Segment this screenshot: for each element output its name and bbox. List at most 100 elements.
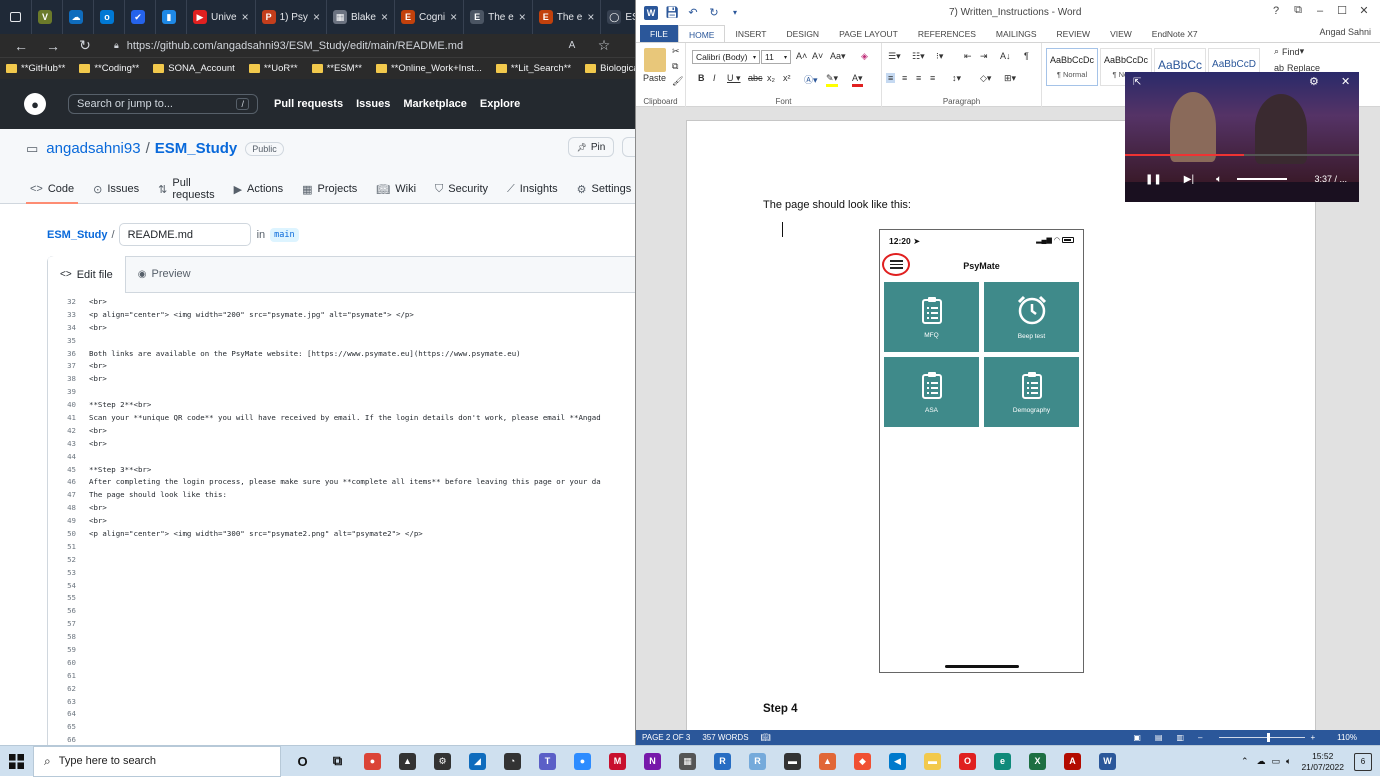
pip-video-player[interactable]: ⇱ ⚙ ✕ ❚❚ ▶| 🔈︎ 3:37 / ...	[1125, 72, 1359, 202]
web-layout-icon[interactable]: ▥	[1176, 733, 1184, 742]
ribbon-tab-design[interactable]: DESIGN	[776, 25, 829, 42]
next-icon[interactable]: ▶|	[1184, 174, 1194, 185]
browser-tab[interactable]: P 1) Psy ×	[256, 0, 327, 34]
ribbon-tab-references[interactable]: REFERENCES	[908, 25, 986, 42]
browser-tab[interactable]: ▮	[156, 0, 187, 34]
tab-settings[interactable]: ⚙ Settings	[577, 179, 632, 199]
gear-icon[interactable]: ⚙	[1309, 75, 1319, 88]
breadcrumb-repo-link[interactable]: ESM_Study	[47, 229, 108, 241]
rstudio-icon[interactable]: R	[740, 746, 775, 777]
print-layout-icon[interactable]: ▤	[1155, 733, 1163, 742]
sort-icon[interactable]: A↓	[1000, 51, 1011, 61]
github-logo-icon[interactable]: ●	[24, 93, 46, 115]
tab-projects[interactable]: ▦ Projects	[302, 179, 357, 199]
tab-insights[interactable]: ⟋ Insights	[507, 179, 558, 199]
code-line[interactable]: 52	[48, 553, 647, 566]
inkscape-icon[interactable]: ▲	[390, 746, 425, 777]
close-tab-icon[interactable]: ×	[450, 10, 457, 24]
word-icon[interactable]: W	[1090, 746, 1125, 777]
clock[interactable]: 15:52 21/07/2022	[1301, 751, 1344, 773]
ribbon-tab-file[interactable]: FILE	[640, 25, 678, 42]
bullets-icon[interactable]: ☰▾	[888, 51, 901, 62]
strikethrough-icon[interactable]: abc	[748, 73, 763, 83]
browser-tab[interactable]: E The e ×	[533, 0, 602, 34]
customize-qat-icon[interactable]: ▾	[726, 4, 744, 22]
save-icon[interactable]: 💾︎	[663, 4, 681, 22]
browser-tab[interactable]: ▶ Unive ×	[187, 0, 256, 34]
bookmark-item[interactable]: **Lit_Search**	[495, 63, 571, 74]
close-tab-icon[interactable]: ×	[587, 10, 594, 24]
task-view-icon[interactable]: ⧉	[320, 746, 355, 777]
bookmark-item[interactable]: Biological Psychia	[585, 63, 635, 74]
code-line[interactable]: 60	[48, 656, 647, 669]
favorites-star-icon[interactable]: ☆	[593, 36, 615, 56]
bookmark-item[interactable]: **Online_Work+Inst...	[375, 63, 482, 74]
code-line[interactable]: 43 <br>	[48, 437, 647, 450]
repo-owner-link[interactable]: angadsahni93	[46, 140, 140, 157]
code-line[interactable]: 39	[48, 385, 647, 398]
align-left-icon[interactable]: ≡	[886, 73, 896, 83]
bold-icon[interactable]: B	[698, 73, 705, 83]
code-editor-area[interactable]: 32 <br> 33 <p align="center"> <img width="2…	[48, 295, 647, 746]
repo-name-link[interactable]: ESM_Study	[155, 140, 238, 157]
windows-start-icon[interactable]	[0, 746, 33, 777]
ribbon-display-icon[interactable]: ⧉	[1287, 4, 1309, 17]
word-count[interactable]: 357 WORDS	[702, 733, 748, 742]
style-item[interactable]: AaBbCcDc ¶ Normal	[1046, 48, 1098, 86]
opera-icon[interactable]: O	[950, 746, 985, 777]
edge-icon[interactable]: e	[985, 746, 1020, 777]
forward-arrow-icon[interactable]: →	[42, 36, 64, 56]
document-page[interactable]: The page should look like this: 12:20 ➤ …	[686, 120, 1316, 730]
chevron-up-icon[interactable]: ⌃	[1241, 756, 1249, 767]
reload-icon[interactable]: ↻	[74, 36, 96, 56]
close-icon[interactable]: ✕	[1341, 75, 1350, 88]
read-aloud-icon[interactable]: A	[561, 36, 583, 56]
close-tab-icon[interactable]: ×	[519, 10, 526, 24]
tab-edit-file[interactable]: <> Edit file	[48, 256, 126, 293]
taskbar-search-input[interactable]: ⌕ Type here to search	[33, 745, 281, 777]
bookmark-item[interactable]: **GitHub**	[6, 63, 65, 74]
zoom-in-icon[interactable]: +	[1310, 733, 1315, 742]
tab-issues[interactable]: ⊙ Issues	[93, 179, 139, 199]
highlight-icon[interactable]: ✎▾	[826, 73, 839, 87]
clock-app-icon[interactable]: ◔	[495, 746, 530, 777]
italic-icon[interactable]: I	[713, 73, 716, 83]
tab-code[interactable]: <> Code	[25, 179, 79, 204]
show-marks-icon[interactable]: ¶	[1024, 51, 1029, 61]
pause-icon[interactable]: ❚❚	[1145, 174, 1162, 185]
multilevel-list-icon[interactable]: ⁝▾	[936, 51, 943, 62]
tab-security[interactable]: ⛉ Security	[435, 179, 488, 199]
help-icon[interactable]: ?	[1265, 5, 1287, 17]
code-line[interactable]: 33 <p align="center"> <img width="200" sr…	[48, 308, 647, 321]
code-line[interactable]: 37 <br>	[48, 359, 647, 372]
app-icon[interactable]: ◢	[460, 746, 495, 777]
calculator-icon[interactable]: ▦	[670, 746, 705, 777]
video-progress-bar[interactable]	[1125, 154, 1359, 156]
close-tab-icon[interactable]: ×	[313, 10, 320, 24]
numbering-icon[interactable]: ☷▾	[912, 51, 925, 62]
code-line[interactable]: 63	[48, 695, 647, 708]
nav-explore[interactable]: Explore	[480, 98, 520, 110]
ribbon-tab-home[interactable]: HOME	[677, 25, 726, 43]
code-line[interactable]: 56	[48, 604, 647, 617]
code-line[interactable]: 46 After completing the login process, pl…	[48, 475, 647, 488]
increase-indent-icon[interactable]: ⇥	[980, 51, 988, 62]
close-icon[interactable]: ✕	[1353, 4, 1375, 17]
underline-icon[interactable]: U ▾	[727, 73, 741, 84]
pin-button[interactable]: 📌︎ Pin	[568, 137, 614, 157]
change-case-icon[interactable]: Aa▾	[830, 51, 846, 62]
code-line[interactable]: 53	[48, 566, 647, 579]
settings-icon[interactable]: ⚙	[425, 746, 460, 777]
bookmark-item[interactable]: **ESM**	[311, 63, 362, 74]
font-name-select[interactable]: Calibri (Body) ▾	[692, 50, 760, 64]
font-size-select[interactable]: 11 ▾	[761, 50, 791, 64]
browser-tab[interactable]: ◯ESM×	[601, 0, 635, 34]
zoom-slider[interactable]	[1219, 733, 1306, 742]
word-logo-icon[interactable]: W	[642, 4, 660, 22]
code-line[interactable]: 35	[48, 334, 647, 347]
tab-actions[interactable]: ▶ Actions	[234, 179, 284, 199]
browser-tab[interactable]: o	[94, 0, 125, 34]
code-line[interactable]: 55	[48, 591, 647, 604]
minimize-icon[interactable]: –	[1309, 5, 1331, 17]
excel-icon[interactable]: X	[1020, 746, 1055, 777]
